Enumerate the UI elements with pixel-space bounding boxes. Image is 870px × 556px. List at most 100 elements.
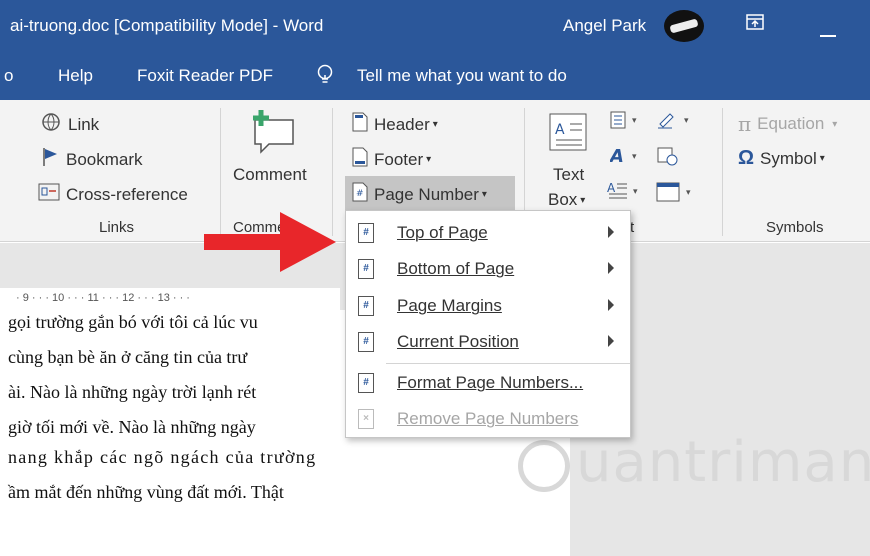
document-text-line: ài. Nào là những ngày trời lạnh rét: [8, 382, 257, 402]
equation-label: Equation: [757, 114, 825, 133]
avatar[interactable]: [664, 10, 704, 42]
cross-reference-icon: [38, 182, 60, 207]
watermark-bulb-icon: [518, 440, 570, 492]
minimize-icon[interactable]: [820, 24, 836, 42]
user-name[interactable]: Angel Park: [563, 16, 646, 36]
menu-item-format-page-numbers[interactable]: # Format Page Numbers...: [346, 365, 630, 401]
link-icon: [40, 112, 62, 137]
cross-reference-label: Cross-reference: [66, 184, 188, 204]
tab-foxit-reader-pdf[interactable]: Foxit Reader PDF: [137, 66, 273, 86]
footer-label: Footer: [374, 149, 424, 169]
remove-page-numbers-icon: ×: [358, 409, 374, 429]
menu-item-top-of-page[interactable]: # Top of Page: [346, 215, 630, 251]
page-number-menu: # Top of Page # Bottom of Page # Page Ma…: [345, 210, 631, 438]
format-page-numbers-icon: #: [358, 373, 374, 393]
footer-icon: [352, 147, 368, 172]
dropdown-arrow-icon: ▾: [426, 154, 432, 165]
comment-button[interactable]: Comment: [233, 165, 307, 185]
menu-item-bottom-of-page[interactable]: # Bottom of Page: [346, 251, 630, 287]
menu-item-page-margins[interactable]: # Page Margins: [346, 288, 630, 324]
text-box-icon[interactable]: A: [548, 112, 588, 157]
page-number-icon: #: [358, 259, 374, 279]
date-time-icon[interactable]: [656, 146, 680, 171]
svg-text:▾: ▾: [684, 115, 689, 125]
submenu-arrow-icon: [608, 299, 614, 311]
document-text-line: nang khắp các ngõ ngách của trường: [8, 447, 317, 467]
link-button[interactable]: Link: [40, 112, 99, 137]
svg-text:▾: ▾: [686, 187, 691, 197]
menu-separator: [386, 363, 630, 364]
submenu-arrow-icon: [608, 335, 614, 347]
document-text-line: cùng bạn bè ăn ở căng tin của trư: [8, 347, 248, 367]
link-label: Link: [68, 114, 100, 134]
svg-text:▾: ▾: [633, 186, 638, 196]
header-button[interactable]: Header ▾: [352, 112, 438, 137]
page-number-icon: #: [358, 332, 374, 352]
page-number-button[interactable]: # Page Number ▾: [352, 182, 487, 207]
svg-text:A: A: [607, 181, 616, 195]
menu-item-label: Bottom of Page: [397, 259, 515, 278]
symbol-label: Symbol: [760, 148, 817, 168]
menu-item-remove-page-numbers[interactable]: × Remove Page Numbers: [346, 401, 630, 437]
equation-button[interactable]: π Equation ▾: [738, 112, 837, 136]
dropdown-arrow-icon: ▾: [481, 189, 487, 200]
object-icon[interactable]: ▾: [656, 182, 696, 207]
text-box-label-1[interactable]: Text: [553, 165, 584, 185]
window-title: ai-truong.doc [Compatibility Mode] - Wor…: [10, 16, 324, 35]
signature-line-icon[interactable]: ▾: [656, 110, 696, 135]
title-bar: ai-truong.doc [Compatibility Mode] - Wor…: [0, 0, 870, 52]
svg-text:▾: ▾: [632, 115, 637, 125]
submenu-arrow-icon: [608, 226, 614, 238]
page-number-icon: #: [352, 182, 368, 207]
ribbon-display-icon[interactable]: [746, 14, 764, 35]
dropdown-arrow-icon: ▾: [832, 118, 838, 130]
text-box-button[interactable]: Box ▾: [548, 190, 585, 210]
dropdown-arrow-icon: ▾: [580, 194, 586, 206]
page-number-icon: #: [358, 296, 374, 316]
watermark: uantrimang: [576, 430, 870, 495]
ribbon-separator: [722, 108, 723, 236]
ribbon-tabs: o Help Foxit Reader PDF Tell me what you…: [0, 52, 870, 100]
dropdown-arrow-icon: ▾: [432, 119, 438, 130]
wordart-icon[interactable]: A ▾: [608, 146, 646, 171]
symbol-button[interactable]: Ω Symbol ▾: [738, 147, 825, 170]
bookmark-label: Bookmark: [66, 149, 143, 169]
document-text-line: giờ tối mới về. Nào là những ngày: [8, 417, 256, 437]
horizontal-ruler[interactable]: · 9 · · · 10 · · · 11 · · · 12 · · · 13 …: [0, 288, 340, 310]
red-arrow-icon: [204, 212, 336, 272]
document-text-line: gọi trường gắn bó với tôi cả lúc vu: [8, 312, 258, 332]
header-icon: [352, 112, 368, 137]
svg-text:▾: ▾: [632, 151, 637, 161]
page-number-icon: #: [358, 223, 374, 243]
links-group-label: Links: [99, 219, 135, 236]
menu-item-label: Page Margins: [397, 296, 502, 315]
submenu-arrow-icon: [608, 262, 614, 274]
document-text-line: ầm mắt đến những vùng đất mới. Thật: [8, 482, 284, 502]
svg-text:A: A: [610, 146, 624, 166]
text-box-label-2: Box: [548, 190, 578, 209]
svg-text:A: A: [555, 122, 565, 138]
menu-item-label: Format Page Numbers...: [397, 373, 584, 392]
tab-partial[interactable]: o: [4, 66, 13, 86]
footer-button[interactable]: Footer ▾: [352, 147, 431, 172]
drop-cap-icon[interactable]: A ▾: [607, 180, 643, 207]
page-number-label: Page Number: [374, 184, 479, 204]
lightbulb-icon[interactable]: [316, 64, 334, 91]
cross-reference-button[interactable]: Cross-reference: [38, 182, 188, 207]
tab-help[interactable]: Help: [58, 66, 93, 86]
bookmark-button[interactable]: Bookmark: [40, 147, 143, 172]
omega-icon: Ω: [738, 147, 755, 169]
bookmark-icon: [40, 147, 60, 172]
symbols-group-label: Symbols: [766, 219, 824, 236]
menu-item-label: Current Position: [397, 332, 519, 351]
menu-item-current-position[interactable]: # Current Position: [346, 324, 630, 360]
menu-item-label: Remove Page Numbers: [397, 409, 579, 428]
quick-parts-icon[interactable]: ▾: [610, 110, 646, 135]
menu-item-label: Top of Page: [397, 223, 488, 242]
pi-icon: π: [738, 112, 752, 136]
dropdown-arrow-icon: ▾: [819, 153, 825, 164]
tell-me-search[interactable]: Tell me what you want to do: [357, 66, 567, 86]
new-comment-icon[interactable]: [247, 108, 299, 161]
svg-text:#: #: [356, 189, 364, 199]
header-label: Header: [374, 114, 430, 134]
